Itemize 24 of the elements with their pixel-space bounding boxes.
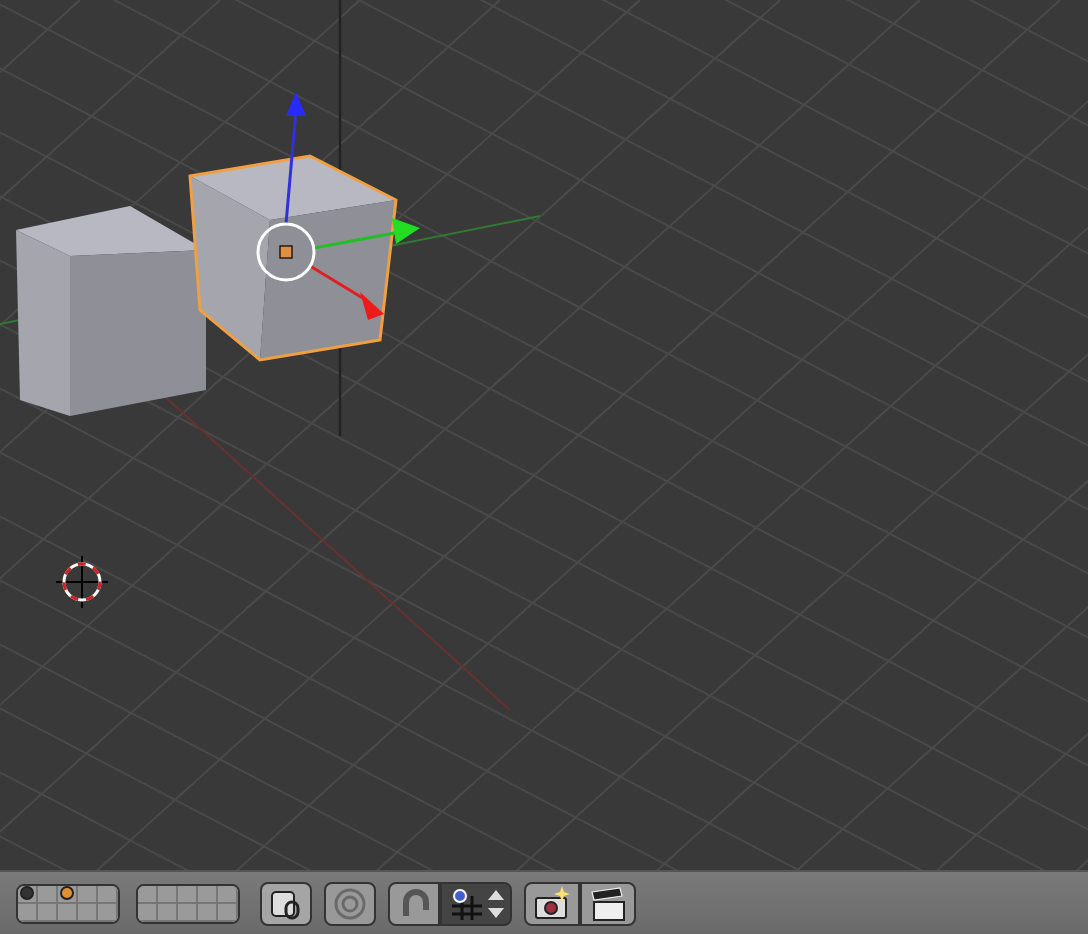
layer-button[interactable] bbox=[98, 885, 118, 903]
layer-button[interactable] bbox=[138, 885, 158, 903]
ring-icon bbox=[332, 885, 368, 921]
layer-button[interactable] bbox=[178, 885, 198, 903]
proportional-edit-button[interactable] bbox=[324, 881, 376, 925]
layer-button[interactable] bbox=[158, 885, 178, 903]
layer-button[interactable] bbox=[78, 885, 98, 903]
layer-button[interactable] bbox=[198, 885, 218, 903]
grid-snap-icon bbox=[448, 885, 484, 921]
layer-button[interactable] bbox=[38, 885, 58, 903]
clapperboard-icon bbox=[588, 885, 628, 921]
up-down-arrows-icon bbox=[488, 887, 504, 919]
snap-element-dropdown[interactable] bbox=[440, 881, 512, 925]
render-image-button[interactable] bbox=[524, 881, 580, 925]
layer-button[interactable] bbox=[18, 885, 38, 903]
snap-button[interactable] bbox=[388, 881, 440, 925]
layer-button[interactable] bbox=[218, 885, 238, 903]
lock-to-object-button[interactable] bbox=[260, 881, 312, 925]
layer-button[interactable] bbox=[58, 885, 78, 903]
render-animation-button[interactable] bbox=[580, 881, 636, 925]
transform-gizmo-drawing[interactable] bbox=[256, 92, 420, 320]
3d-cursor-icon[interactable] bbox=[55, 555, 109, 609]
camera-icon bbox=[532, 885, 572, 921]
camera-lock-icon bbox=[268, 885, 304, 921]
